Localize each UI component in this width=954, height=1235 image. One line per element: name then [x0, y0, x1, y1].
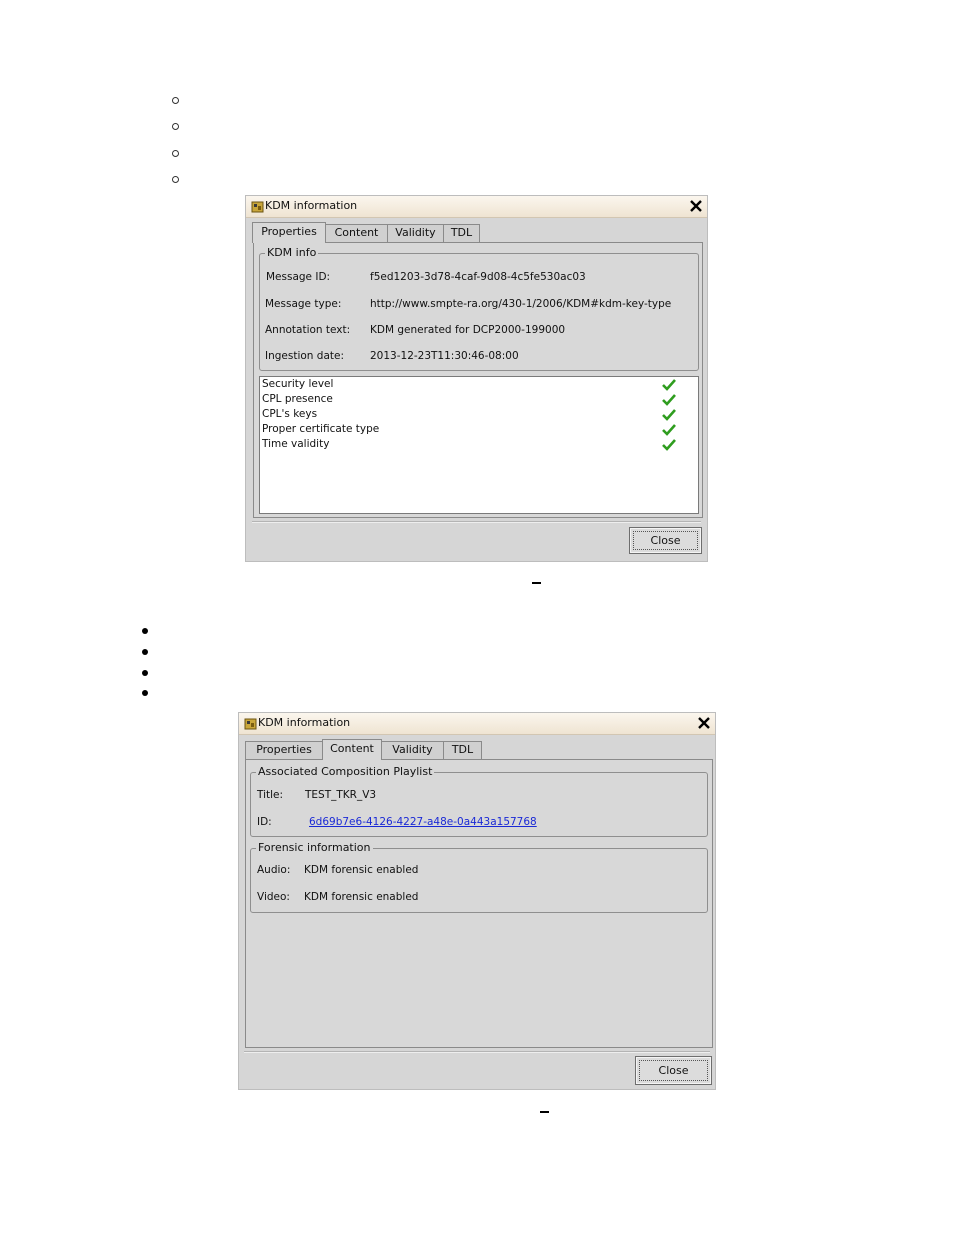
video-label: Video:	[257, 891, 290, 903]
check-icon	[662, 424, 676, 436]
cpl-title-label: Title:	[257, 789, 284, 801]
tab-properties[interactable]: Properties	[252, 222, 326, 243]
ingestion-date-label: Ingestion date:	[265, 350, 345, 362]
sub-bullet	[172, 150, 179, 157]
close-button-label: Close	[639, 1060, 708, 1081]
titlebar: KDM information	[239, 713, 715, 735]
app-icon	[244, 718, 257, 730]
list-item: CPL's keys	[262, 408, 696, 423]
bullet	[142, 649, 148, 655]
video-value: KDM forensic enabled	[304, 891, 419, 903]
divider	[252, 521, 701, 523]
forensic-group: Forensic information Audio: KDM forensic…	[250, 841, 708, 913]
annotation-label: Annotation text:	[265, 324, 351, 336]
tab-validity[interactable]: Validity	[381, 741, 444, 759]
app-icon	[251, 201, 264, 213]
content-panel: Associated Composition Playlist Title: T…	[245, 759, 713, 1048]
kdm-info-dialog-properties: KDM information Properties Content Valid…	[245, 195, 708, 562]
message-type-label: Message type:	[265, 298, 342, 310]
bullet	[142, 690, 148, 696]
cpl-group: Associated Composition Playlist Title: T…	[250, 765, 708, 837]
check-label: CPL presence	[262, 393, 333, 405]
sub-bullet	[172, 176, 179, 183]
titlebar: KDM information	[246, 196, 707, 218]
caption-dash	[532, 582, 541, 584]
tab-tdl[interactable]: TDL	[443, 224, 480, 242]
close-icon[interactable]	[696, 715, 712, 731]
message-id-label: Message ID:	[266, 271, 331, 283]
group-legend: Associated Composition Playlist	[256, 765, 435, 778]
validation-checklist: Security level CPL presence CPL's keys P…	[259, 376, 699, 514]
caption-dash	[540, 1111, 549, 1113]
tab-properties[interactable]: Properties	[245, 741, 323, 759]
divider	[244, 1051, 710, 1053]
cpl-id-link[interactable]: 6d69b7e6-4126-4227-a48e-0a443a157768	[309, 816, 537, 828]
tab-validity[interactable]: Validity	[387, 224, 444, 242]
window-title: KDM information	[265, 199, 358, 212]
window-title: KDM information	[258, 716, 351, 729]
check-icon	[662, 409, 676, 421]
list-item: Security level	[262, 378, 696, 393]
check-label: Time validity	[262, 438, 330, 450]
sub-bullet	[172, 123, 179, 130]
kdm-info-group: KDM info Message ID: f5ed1203-3d78-4caf-…	[259, 246, 699, 371]
tab-content[interactable]: Content	[322, 739, 382, 760]
group-legend: KDM info	[265, 246, 319, 259]
cpl-id-label: ID:	[257, 816, 272, 828]
check-label: Security level	[262, 378, 334, 390]
cpl-title-value: TEST_TKR_V3	[305, 789, 377, 801]
close-button-label: Close	[633, 531, 698, 550]
audio-label: Audio:	[257, 864, 291, 876]
message-type-value: http://www.smpte-ra.org/430-1/2006/KDM#k…	[370, 298, 672, 310]
check-icon	[662, 379, 676, 391]
tab-content[interactable]: Content	[325, 224, 388, 242]
check-label: CPL's keys	[262, 408, 318, 420]
audio-value: KDM forensic enabled	[304, 864, 419, 876]
list-item: Time validity	[262, 438, 696, 453]
bullet	[142, 628, 148, 634]
annotation-value: KDM generated for DCP2000-199000	[370, 324, 566, 336]
close-button[interactable]: Close	[629, 527, 702, 554]
list-item: Proper certificate type	[262, 423, 696, 438]
ingestion-date-value: 2013-12-23T11:30:46-08:00	[370, 350, 519, 362]
check-icon	[662, 439, 676, 451]
message-id-value: f5ed1203-3d78-4caf-9d08-4c5fe530ac03	[370, 271, 586, 283]
bullet	[142, 670, 148, 676]
tab-tdl[interactable]: TDL	[443, 741, 482, 759]
check-label: Proper certificate type	[262, 423, 380, 435]
list-item: CPL presence	[262, 393, 696, 408]
close-icon[interactable]	[688, 198, 704, 214]
sub-bullet	[172, 97, 179, 104]
group-legend: Forensic information	[256, 841, 373, 854]
kdm-info-dialog-content: KDM information Properties Content Valid…	[238, 712, 716, 1090]
close-button[interactable]: Close	[635, 1056, 712, 1085]
check-icon	[662, 394, 676, 406]
properties-panel: KDM info Message ID: f5ed1203-3d78-4caf-…	[253, 242, 703, 518]
